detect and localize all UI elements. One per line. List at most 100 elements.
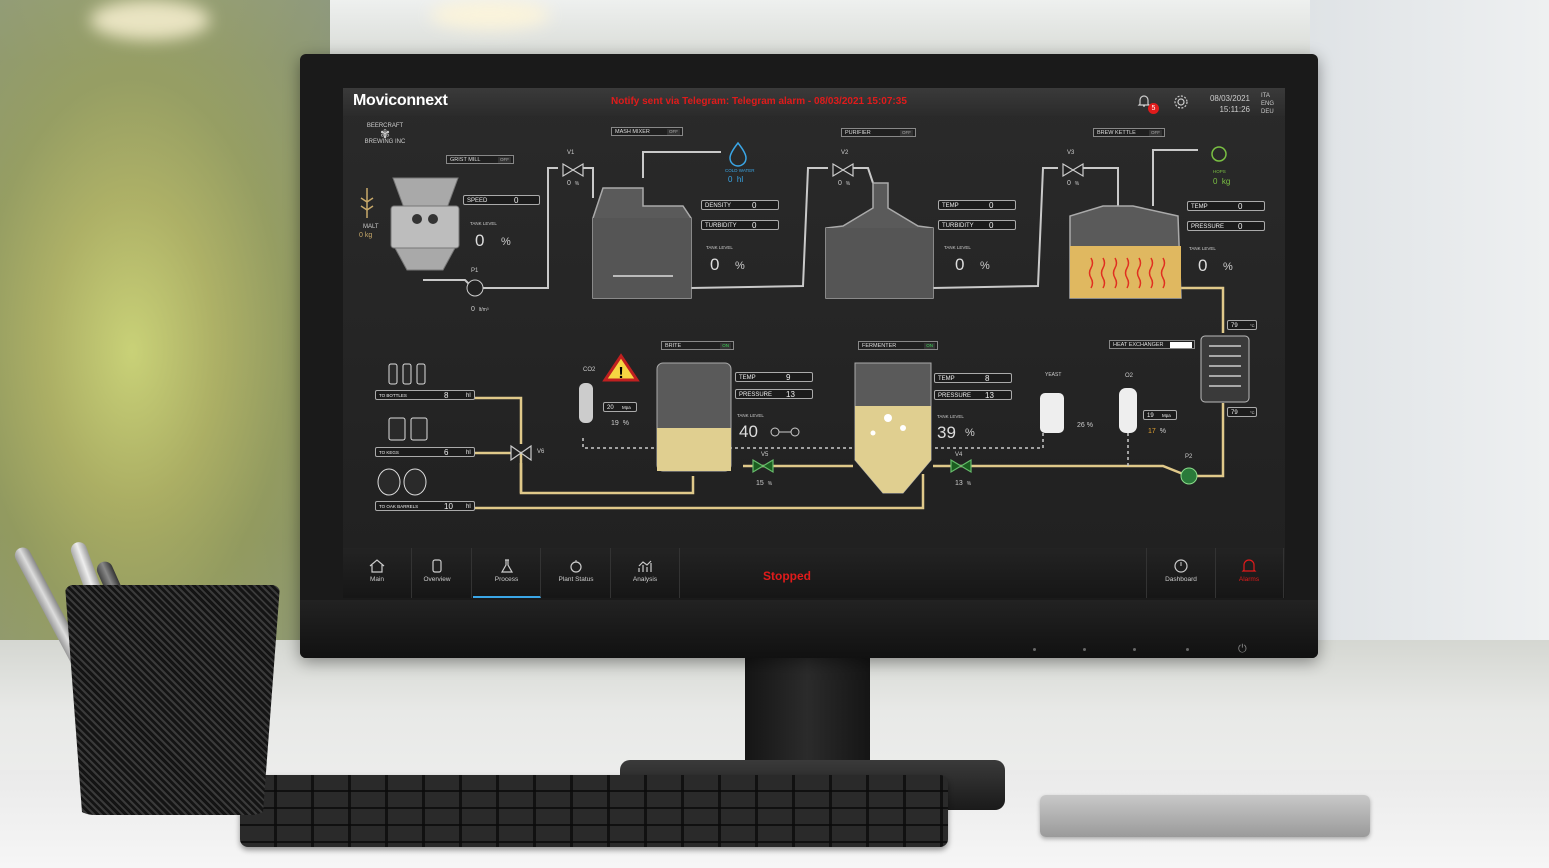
nav-analysis-label: Analysis xyxy=(632,576,658,583)
to-oak-field[interactable]: TO OAK BARRELS 10 hl xyxy=(375,501,475,511)
mash-density-value: 0 xyxy=(752,201,757,210)
purifier-tank-level-label: TANK LEVEL xyxy=(944,245,971,250)
monitor-button[interactable] xyxy=(1133,648,1136,651)
nav-plant-status[interactable]: Plant Status xyxy=(542,548,611,598)
monitor-button[interactable] xyxy=(1083,648,1086,651)
mash-tank-level: 0 xyxy=(710,255,720,274)
fermenter-temp-label: TEMP xyxy=(938,376,955,382)
lang-ita[interactable]: ITA xyxy=(1261,92,1274,100)
dashboard-icon xyxy=(1174,559,1188,573)
nav-overview[interactable]: Overview xyxy=(403,548,472,598)
nav-main[interactable]: Main xyxy=(343,548,412,598)
nav-overview-label: Overview xyxy=(423,576,451,583)
valve-v4-unit: % xyxy=(966,481,972,487)
valve-v5-value: 15 xyxy=(756,480,764,487)
hops-readout: 0 kg xyxy=(1213,177,1230,186)
nav-analysis[interactable]: Analysis xyxy=(611,548,680,598)
grist-mill-label: GRIST MILL xyxy=(450,157,481,163)
kettle-temp-label: TEMP xyxy=(1191,204,1208,210)
malt-value: 0 kg xyxy=(359,232,372,239)
ceiling-light xyxy=(430,0,550,30)
co2-pressure: 20 xyxy=(607,405,614,411)
brite-tag[interactable]: BRITE ON xyxy=(661,341,734,350)
nav-dashboard[interactable]: Dashboard xyxy=(1146,548,1216,598)
valve-v4-readout: 13 % xyxy=(955,480,971,487)
monitor-bezel xyxy=(300,600,1318,658)
chart-icon xyxy=(638,560,652,572)
gear-icon[interactable] xyxy=(1173,94,1189,110)
fermenter-state: ON xyxy=(924,343,935,349)
to-bottles-field[interactable]: TO BOTTLES 8 hl xyxy=(375,390,475,400)
lang-deu[interactable]: DEU xyxy=(1261,108,1274,116)
pump-p1-value: 0 xyxy=(471,306,475,313)
lang-eng[interactable]: ENG xyxy=(1261,100,1274,108)
purifier-tag[interactable]: PURIFIER OFF xyxy=(841,128,916,137)
nav-alarms-label: Alarms xyxy=(1238,576,1260,583)
brite-pressure-label: PRESSURE xyxy=(739,392,773,398)
trackpad xyxy=(1040,795,1370,837)
hx-temp-bottom: 79 xyxy=(1231,410,1238,416)
grist-mill-state: OFF xyxy=(498,157,511,163)
fermenter-temp-field: TEMP 8 xyxy=(934,373,1012,383)
valve-v5-label: V5 xyxy=(761,452,769,458)
kettle-tank-level-label: TANK LEVEL xyxy=(1189,246,1216,251)
process-status: Stopped xyxy=(763,569,811,583)
valve-v1-unit: % xyxy=(574,181,580,187)
grist-tank-unit: % xyxy=(501,236,511,248)
grist-mill-tag[interactable]: GRIST MILL OFF xyxy=(446,155,514,164)
to-kegs-label: TO KEGS xyxy=(379,450,399,455)
hx-temp-top-field: 79 °C xyxy=(1227,320,1257,330)
heat-exchanger-tag[interactable]: HEAT EXCHANGER xyxy=(1109,340,1195,349)
home-icon xyxy=(369,559,385,573)
malt-unit: kg xyxy=(364,232,373,239)
hops-unit: kg xyxy=(1221,177,1231,186)
hops-value: 0 xyxy=(1213,177,1218,186)
keyboard xyxy=(240,775,948,847)
bottom-nav: Main Overview Process Plant Status Analy… xyxy=(343,548,1285,598)
o2-pressure-unit: Mpa xyxy=(1162,413,1171,418)
mash-tank-unit: % xyxy=(735,260,745,272)
mash-mixer-label: MASH MIXER xyxy=(615,129,650,135)
yeast-readout: 26 % xyxy=(1077,422,1093,429)
pump-p2-label: P2 xyxy=(1185,454,1193,460)
power-icon[interactable]: ⏻ xyxy=(1238,643,1247,656)
co2-percent: 19 xyxy=(611,420,619,427)
mash-mixer-tag[interactable]: MASH MIXER OFF xyxy=(611,127,683,136)
cold-water-value: 0 xyxy=(728,175,733,184)
tank-icon xyxy=(432,559,442,573)
to-bottles-unit: hl xyxy=(466,393,471,399)
brew-kettle-tag[interactable]: BREW KETTLE OFF xyxy=(1093,128,1165,137)
fermenter-pressure-field: PRESSURE 13 xyxy=(934,390,1012,400)
alarm-message: Notify sent via Telegram: Telegram alarm… xyxy=(611,96,907,107)
nav-dashboard-label: Dashboard xyxy=(1165,576,1197,583)
brite-state: ON xyxy=(720,343,731,349)
ceiling-light xyxy=(90,0,210,40)
purifier-tank-level: 0 xyxy=(955,255,965,274)
monitor-button[interactable] xyxy=(1186,648,1189,651)
nav-process[interactable]: Process xyxy=(473,548,541,598)
to-bottles-value: 8 xyxy=(444,391,449,400)
svg-text:!: ! xyxy=(618,365,623,382)
valve-v4-value: 13 xyxy=(955,480,963,487)
monitor-button[interactable] xyxy=(1033,648,1036,651)
mash-turbidity-value: 0 xyxy=(752,221,757,230)
to-oak-unit: hl xyxy=(466,504,471,510)
to-kegs-field[interactable]: TO KEGS 6 hl xyxy=(375,447,475,457)
cold-water-readout: 0 hl xyxy=(728,175,743,184)
co2-pressure-field: 20 Mpa xyxy=(603,402,637,412)
hx-temp-bottom-field: 79 °C xyxy=(1227,407,1257,417)
purifier-state: OFF xyxy=(900,130,913,136)
background-window xyxy=(1310,0,1549,640)
fermenter-tag[interactable]: FERMENTER ON xyxy=(858,341,938,350)
grist-speed-label: SPEED xyxy=(467,198,488,204)
grist-speed-field: SPEED 0 xyxy=(463,195,540,205)
purifier-tank-unit: % xyxy=(980,260,990,272)
nav-alarms[interactable]: Alarms xyxy=(1215,548,1284,598)
o2-label: O2 xyxy=(1125,373,1134,379)
to-oak-value: 10 xyxy=(444,502,453,511)
brand-logo: BEERCRAFT ✾ BREWING INC xyxy=(353,122,417,156)
brite-tank-level: 40 xyxy=(739,422,758,441)
valve-v1-readout: 0 % xyxy=(567,180,579,187)
language-selector: ITA ENG DEU xyxy=(1261,92,1274,116)
wheat-icon: ✾ xyxy=(379,127,391,141)
